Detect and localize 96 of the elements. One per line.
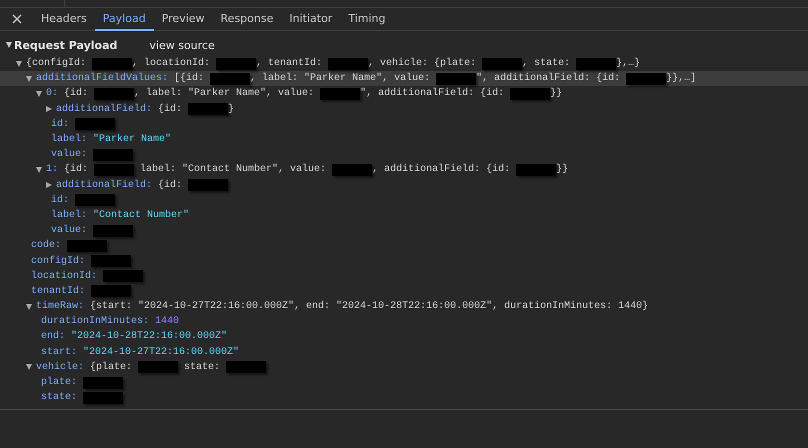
property-name: label: bbox=[51, 134, 88, 146]
redaction-block bbox=[138, 361, 178, 374]
property-name: value: bbox=[51, 225, 88, 236]
view-source-link[interactable]: view source bbox=[149, 38, 215, 52]
redaction-block bbox=[75, 118, 116, 130]
object-preview: {id: bbox=[64, 164, 90, 176]
property-name: 0: bbox=[46, 88, 58, 100]
property-name: locationId: bbox=[31, 270, 98, 282]
object-preview: },…} bbox=[616, 58, 640, 70]
property-value: "Parker Name" bbox=[93, 134, 172, 146]
redaction-block bbox=[626, 72, 666, 85]
tab[interactable]: Payload bbox=[94, 8, 154, 31]
property-name: code: bbox=[31, 240, 62, 252]
property-name: state: bbox=[41, 392, 78, 404]
redaction-block bbox=[210, 72, 250, 85]
object-preview: , label: "Parker Name", value: bbox=[250, 73, 432, 84]
object-preview: , state: bbox=[522, 58, 572, 70]
redaction-block bbox=[516, 164, 556, 176]
redaction-block bbox=[188, 103, 228, 116]
object-preview: ", additionalField: {id: bbox=[476, 73, 622, 84]
redaction-block bbox=[103, 270, 144, 282]
disclosure-triangle-icon[interactable] bbox=[26, 364, 32, 370]
object-preview: state: bbox=[183, 362, 222, 373]
object-preview: }},…] bbox=[666, 73, 696, 84]
disclosure-triangle-icon[interactable] bbox=[36, 166, 42, 173]
property-value: "2024-10-27T22:16:00.000Z" bbox=[83, 346, 240, 358]
redaction-block bbox=[83, 392, 124, 404]
disclosure-triangle-icon[interactable] bbox=[46, 182, 52, 188]
property-name: plate: bbox=[41, 377, 78, 388]
redaction-block bbox=[94, 164, 134, 176]
object-preview: } bbox=[228, 104, 234, 115]
object-preview: {id: bbox=[64, 88, 90, 100]
disclosure-triangle-icon[interactable] bbox=[46, 106, 52, 112]
redaction-block bbox=[92, 58, 132, 70]
object-preview: , additionalField: {id: bbox=[372, 164, 512, 176]
object-preview: {plate: bbox=[90, 362, 134, 373]
object-preview: }} bbox=[556, 164, 568, 176]
property-name: vehicle: bbox=[36, 362, 84, 373]
object-preview: {configId: bbox=[26, 58, 88, 70]
object-preview: [{id: bbox=[174, 73, 206, 84]
disclosure-triangle-icon[interactable] bbox=[6, 42, 12, 48]
property-name: configId: bbox=[31, 256, 86, 267]
property-value: 1440 bbox=[155, 316, 180, 328]
redaction-block bbox=[67, 240, 108, 252]
object-preview: ", additionalField: {id: bbox=[360, 88, 506, 100]
selected-row[interactable]: additionalFieldValues: [{id: , label: "Parker Name", value: ", additionalField: {id: }},…] bbox=[0, 71, 808, 86]
object-preview: , tenantId: bbox=[256, 58, 324, 70]
property-name: durationInMinutes: bbox=[41, 316, 150, 328]
redaction-block bbox=[188, 179, 228, 192]
redaction-block bbox=[320, 88, 360, 100]
property-name: additionalField: bbox=[56, 180, 152, 191]
disclosure-triangle-icon[interactable] bbox=[36, 90, 42, 97]
property-name: value: bbox=[51, 149, 88, 160]
property-name: label: bbox=[51, 210, 88, 221]
redaction-block bbox=[93, 224, 134, 237]
disclosure-triangle-icon[interactable] bbox=[26, 304, 32, 310]
redaction-block bbox=[94, 88, 134, 100]
redaction-block bbox=[328, 58, 368, 70]
object-preview: {id: bbox=[158, 104, 184, 115]
property-name: additionalFieldValues: bbox=[36, 73, 168, 84]
object-preview: {start: "2024-10-27T22:16:00.000Z", end: "2024-10-28T22:16:00.000Z", durationInMinutes: 1440} bbox=[90, 301, 648, 312]
redaction-block bbox=[436, 72, 476, 85]
property-name: id: bbox=[51, 194, 70, 206]
property-name: additionalField: bbox=[56, 104, 152, 115]
property-value: "Contact Number" bbox=[93, 210, 190, 221]
object-preview: , locationId: bbox=[132, 58, 212, 70]
redaction-block bbox=[510, 88, 550, 100]
object-preview: }} bbox=[550, 88, 562, 100]
tab[interactable]: Initiator bbox=[281, 8, 340, 31]
redaction-block bbox=[216, 58, 256, 70]
redaction-block bbox=[93, 148, 134, 161]
object-preview: , label: "Parker Name", value: bbox=[134, 88, 316, 100]
redaction-block bbox=[91, 285, 132, 298]
property-name: 1: bbox=[46, 164, 58, 176]
property-name: start: bbox=[41, 346, 78, 358]
tab[interactable]: Preview bbox=[154, 8, 213, 31]
tab[interactable]: Response bbox=[212, 8, 282, 31]
redaction-block bbox=[75, 194, 116, 206]
property-name: timeRaw: bbox=[36, 301, 84, 312]
property-name: id: bbox=[51, 118, 70, 130]
redaction-block bbox=[226, 361, 266, 374]
property-name: tenantId: bbox=[31, 286, 86, 297]
object-preview: , vehicle: {plate: bbox=[368, 58, 478, 70]
object-preview: label: "Contact Number", value: bbox=[139, 164, 328, 176]
property-value: "2024-10-28T22:16:00.000Z" bbox=[71, 331, 228, 342]
section-title[interactable]: Request Payload bbox=[14, 38, 118, 52]
disclosure-triangle-icon[interactable] bbox=[26, 76, 32, 82]
redaction-block bbox=[83, 376, 124, 389]
tab[interactable]: Timing bbox=[340, 8, 394, 31]
redaction-block bbox=[91, 255, 132, 268]
object-preview: {id: bbox=[158, 180, 184, 191]
tab[interactable]: Headers bbox=[33, 8, 95, 31]
redaction-block bbox=[576, 58, 616, 70]
property-name: end: bbox=[41, 331, 66, 342]
redaction-block bbox=[332, 164, 372, 176]
redaction-block bbox=[482, 58, 522, 70]
